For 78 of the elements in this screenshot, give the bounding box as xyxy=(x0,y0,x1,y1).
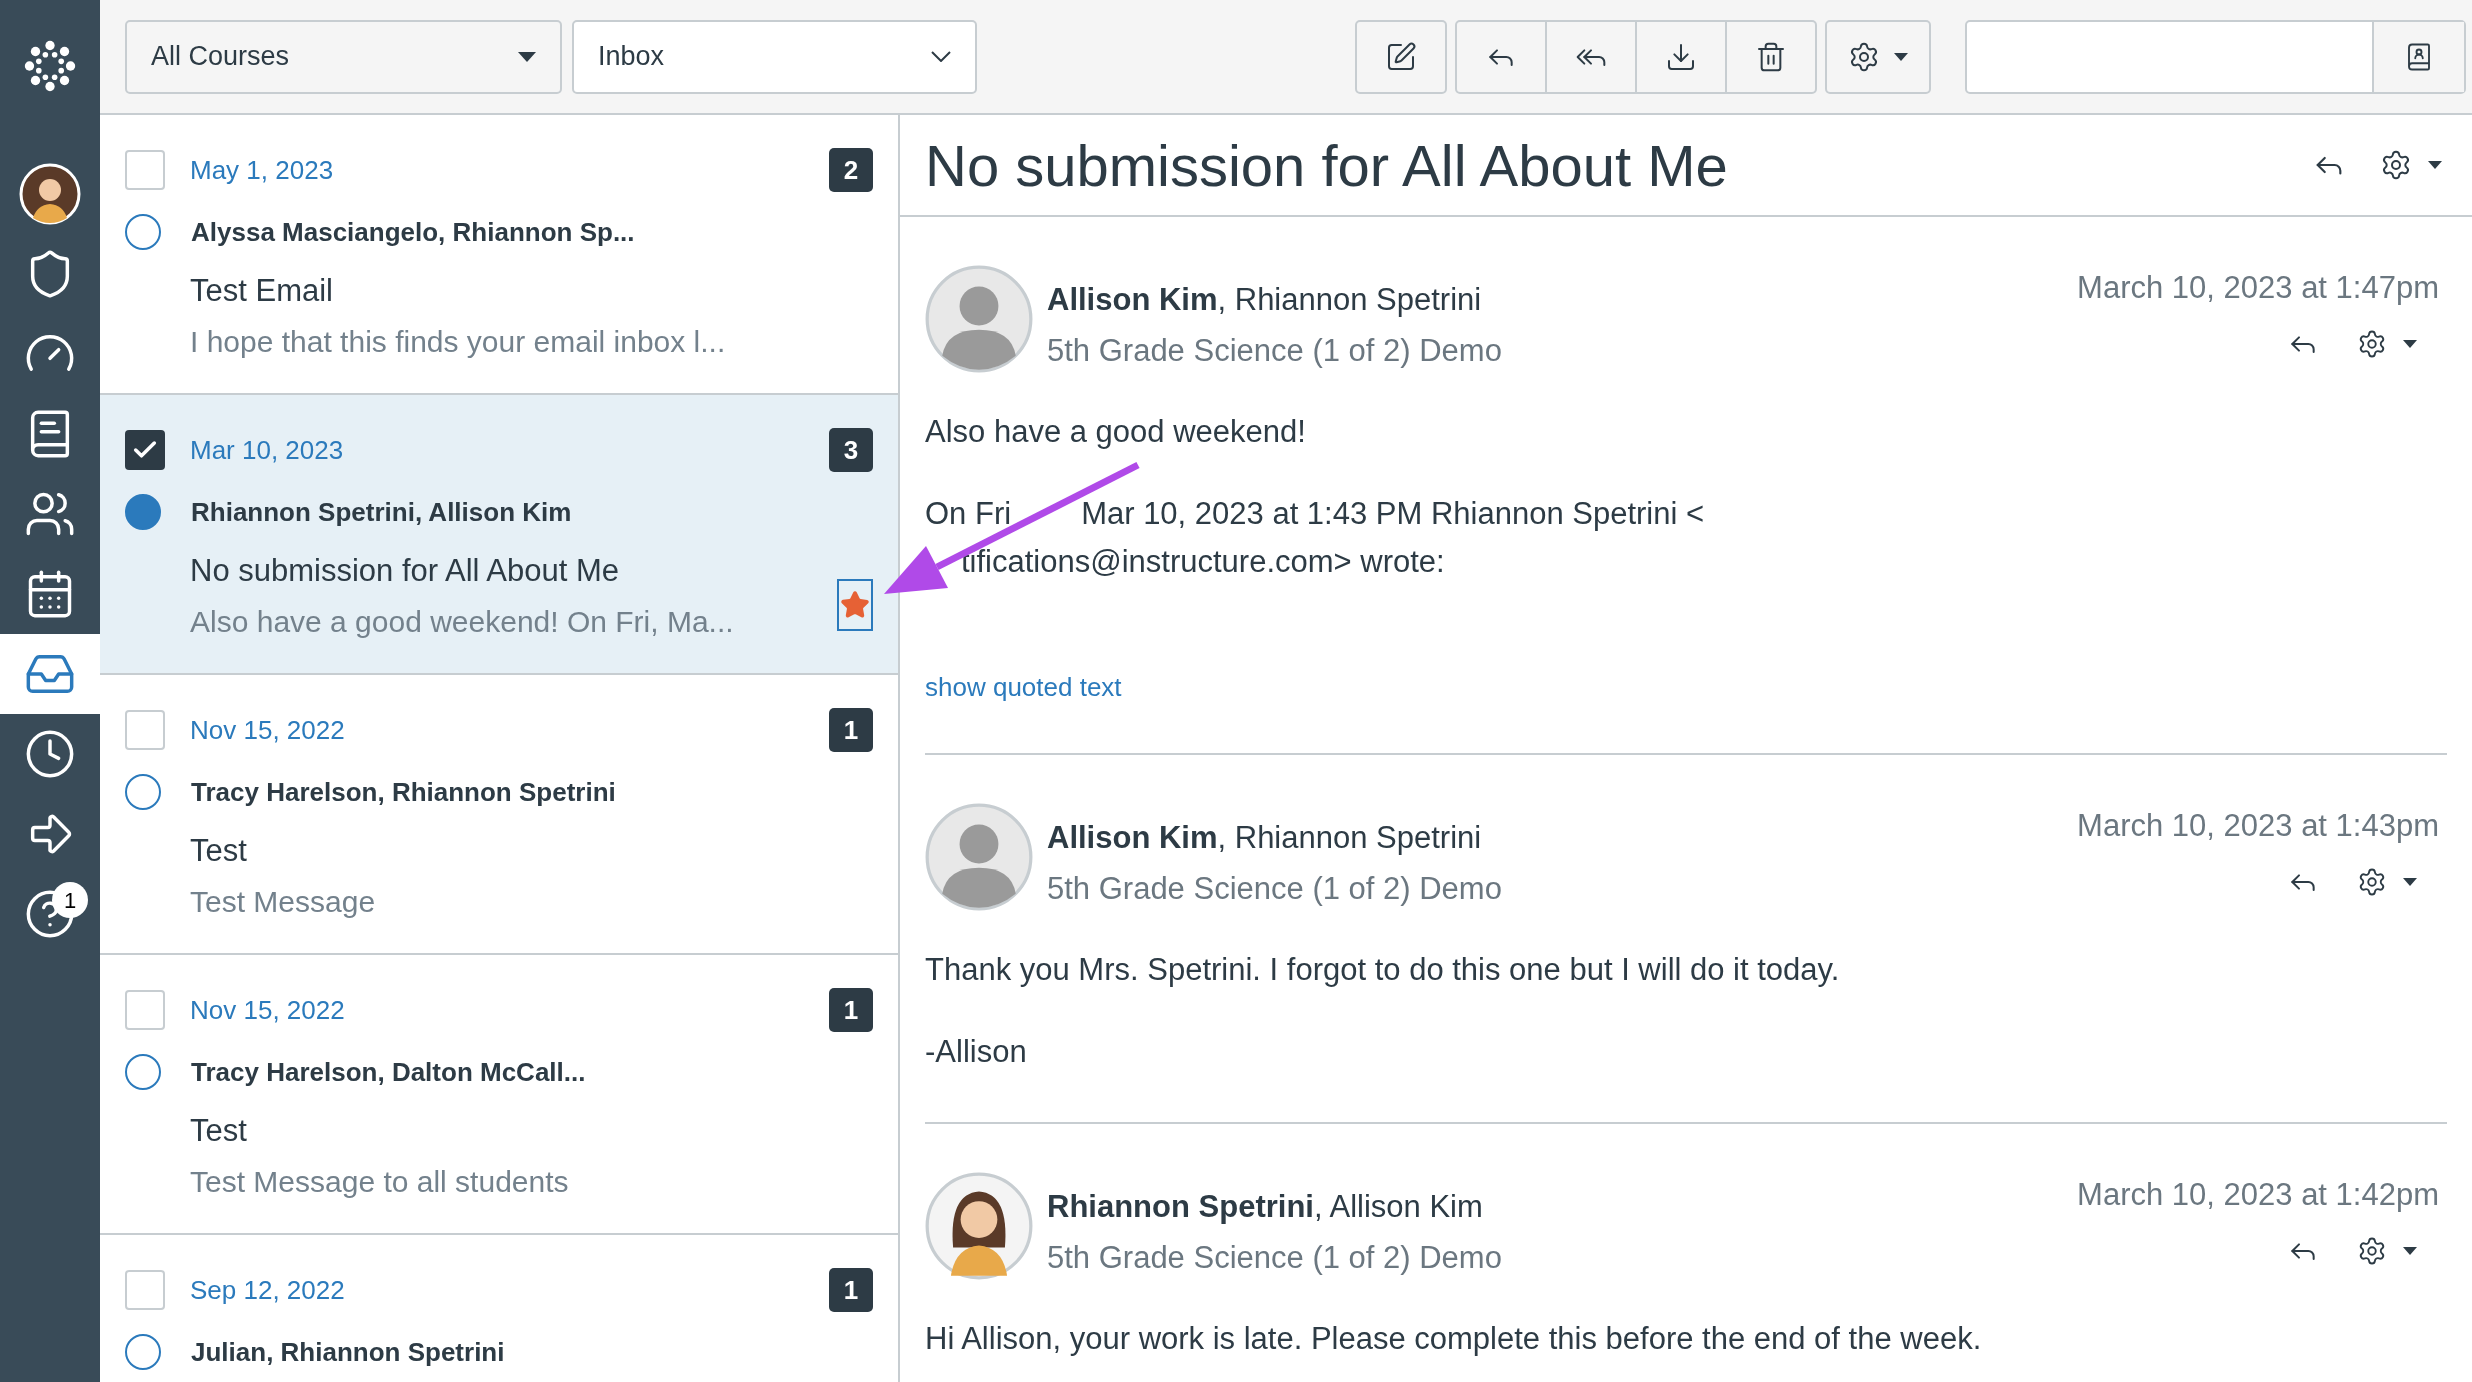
message-text: -Allison xyxy=(925,1032,1027,1071)
conversation-preview: I hope that this finds your email inbox l... xyxy=(190,323,726,360)
message-text: tifications@instructure.com> wrote: xyxy=(961,542,1445,581)
settings-button[interactable] xyxy=(1825,19,1931,94)
message-participants: Allison Kim, Rhiannon Spetrini xyxy=(1047,819,1483,857)
conversation-preview: Test Message to all students xyxy=(190,1163,569,1200)
compose-button[interactable] xyxy=(1355,19,1447,94)
unread-indicator[interactable] xyxy=(125,494,161,530)
message-count: 1 xyxy=(829,988,873,1032)
notification-badge: 1 xyxy=(52,882,88,918)
message-count: 1 xyxy=(829,708,873,752)
settings-icon[interactable] xyxy=(2357,1235,2387,1266)
unread-indicator[interactable] xyxy=(125,1334,161,1370)
thread-title: No submission for All About Me xyxy=(925,131,1728,200)
message-count: 1 xyxy=(829,1268,873,1312)
trash-icon xyxy=(1755,40,1787,73)
avatar-icon xyxy=(19,163,81,225)
message-date: March 10, 2023 at 1:47pm xyxy=(2077,269,2439,307)
conversation-preview: Test Message xyxy=(190,883,376,920)
message-text: Mar 10, 2023 at 1:43 PM Rhiannon Spetrini < xyxy=(1081,494,1705,533)
participants: Rhiannon Spetrini, Allison Kim xyxy=(191,495,572,529)
participants: Tracy Harelson, Dalton McCall... xyxy=(191,1055,586,1089)
message-text: Hi Allison, your work is late. Please complete this before the end of the week. xyxy=(925,1319,1982,1358)
unread-indicator[interactable] xyxy=(125,1054,161,1090)
conversation-date: Sep 12, 2022 xyxy=(190,1273,345,1307)
message-date: March 10, 2023 at 1:42pm xyxy=(2077,1176,2439,1214)
conversation-subject: Test xyxy=(190,1112,247,1150)
mailbox-dropdown[interactable]: Inbox xyxy=(572,19,977,94)
course-name: 5th Grade Science (1 of 2) Demo xyxy=(1047,331,1503,370)
checkbox[interactable] xyxy=(125,710,165,750)
caret-icon[interactable] xyxy=(2428,161,2442,169)
course-name: 5th Grade Science (1 of 2) Demo xyxy=(1047,1238,1503,1277)
logo-icon[interactable] xyxy=(22,38,78,94)
message-count: 3 xyxy=(829,428,873,472)
conversation-preview: Also have a good weekend! On Fri, Ma... xyxy=(190,603,734,640)
caret-icon xyxy=(518,51,536,62)
message-count: 2 xyxy=(829,148,873,192)
message-participants: Allison Kim, Rhiannon Spetrini xyxy=(1047,281,1483,319)
settings-icon xyxy=(1848,40,1880,73)
participants: Tracy Harelson, Rhiannon Spetrini xyxy=(191,775,616,809)
message-participants: Rhiannon Spetrini, Allison Kim xyxy=(1047,1188,1484,1226)
course-dropdown[interactable]: All Courses xyxy=(125,19,562,94)
conversation-subject: No submission for All About Me xyxy=(190,552,620,590)
compose-icon xyxy=(1385,40,1417,73)
caret-icon xyxy=(1894,52,1908,61)
conversation-subject: Test xyxy=(190,832,247,870)
participants: Alyssa Masciangelo, Rhiannon Sp... xyxy=(191,215,635,249)
checkbox[interactable] xyxy=(125,990,165,1030)
settings-icon[interactable] xyxy=(2380,149,2412,181)
unread-indicator[interactable] xyxy=(125,774,161,810)
settings-icon[interactable] xyxy=(2357,866,2387,897)
message-date: March 10, 2023 at 1:43pm xyxy=(2077,807,2439,845)
caret-icon[interactable] xyxy=(2403,1246,2417,1255)
message-text: On Fri xyxy=(925,494,1012,533)
conversation-item[interactable]: Mar 10, 2023 3 Rhiannon Spetrini, Allison Kim No submission for All About Me Also have a good weekend! On Fri, Ma... xyxy=(100,395,898,675)
chevron-icon xyxy=(931,51,951,62)
star-toggle[interactable] xyxy=(837,579,873,631)
show-quoted-text-link[interactable]: show quoted text xyxy=(925,668,1122,707)
checkbox[interactable] xyxy=(125,1270,165,1310)
participants: Julian, Rhiannon Spetrini xyxy=(191,1335,505,1369)
course-name: 5th Grade Science (1 of 2) Demo xyxy=(1047,869,1503,908)
conversation-date: Nov 15, 2022 xyxy=(190,993,345,1027)
nav-item[interactable] xyxy=(0,634,100,714)
conversation-date: May 1, 2023 xyxy=(190,153,334,187)
caret-icon[interactable] xyxy=(2403,339,2417,348)
checkbox[interactable] xyxy=(125,430,165,470)
message-text: Also have a good weekend! xyxy=(925,412,1306,451)
clock-icon xyxy=(24,728,76,780)
checkbox[interactable] xyxy=(125,150,165,190)
star-icon xyxy=(840,590,870,620)
caret-icon[interactable] xyxy=(2403,877,2417,886)
settings-icon[interactable] xyxy=(2357,328,2387,359)
conversation-date: Mar 10, 2023 xyxy=(190,433,344,467)
unread-indicator[interactable] xyxy=(125,214,161,250)
conversation-subject: Test Email xyxy=(190,272,333,310)
nav-item[interactable]: 1 xyxy=(0,874,100,954)
message-text: Thank you Mrs. Spetrini. I forgot to do this one but I will do it today. xyxy=(925,950,1840,989)
conversation-date: Nov 15, 2022 xyxy=(190,713,345,747)
